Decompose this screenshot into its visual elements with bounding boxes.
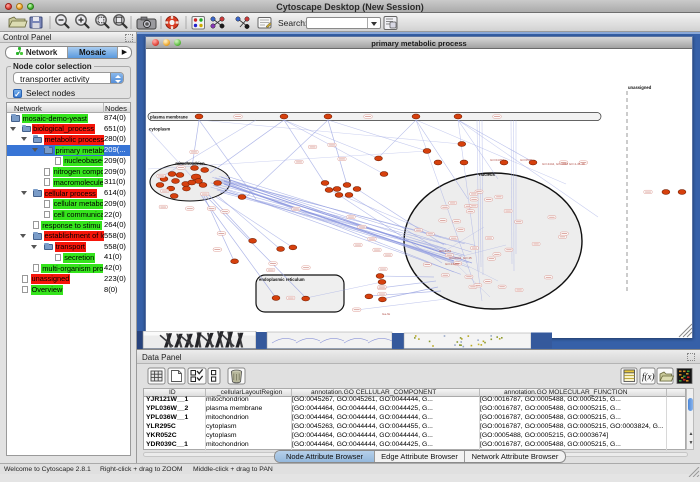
svg-text:GO:0044, GO:45: GO:0044, GO:45 xyxy=(449,256,472,260)
svg-text:plasma membrane: plasma membrane xyxy=(150,114,188,119)
svg-text:unassigned: unassigned xyxy=(628,85,652,90)
svg-text:GO:44468: GO:44468 xyxy=(445,262,459,266)
svg-text:endoplasmic reticulum: endoplasmic reticulum xyxy=(259,277,305,282)
svg-text:mitochondrion: mitochondrion xyxy=(175,161,205,166)
svg-text:Ga-hk: Ga-hk xyxy=(382,312,391,316)
svg-text:GO:0509: GO:0509 xyxy=(520,158,533,162)
svg-text:nucleus: nucleus xyxy=(479,172,495,177)
svg-text:GO:4444, GO:0858 GO:4-45-48: GO:4444, GO:0858 GO:4-45-48 xyxy=(542,162,585,166)
svg-text:cytoplasm: cytoplasm xyxy=(149,127,170,132)
svg-text:GO:4451: GO:4451 xyxy=(439,249,452,253)
svg-text:f(x): f(x) xyxy=(642,372,655,382)
svg-text:GO:04457: GO:04457 xyxy=(490,158,504,162)
